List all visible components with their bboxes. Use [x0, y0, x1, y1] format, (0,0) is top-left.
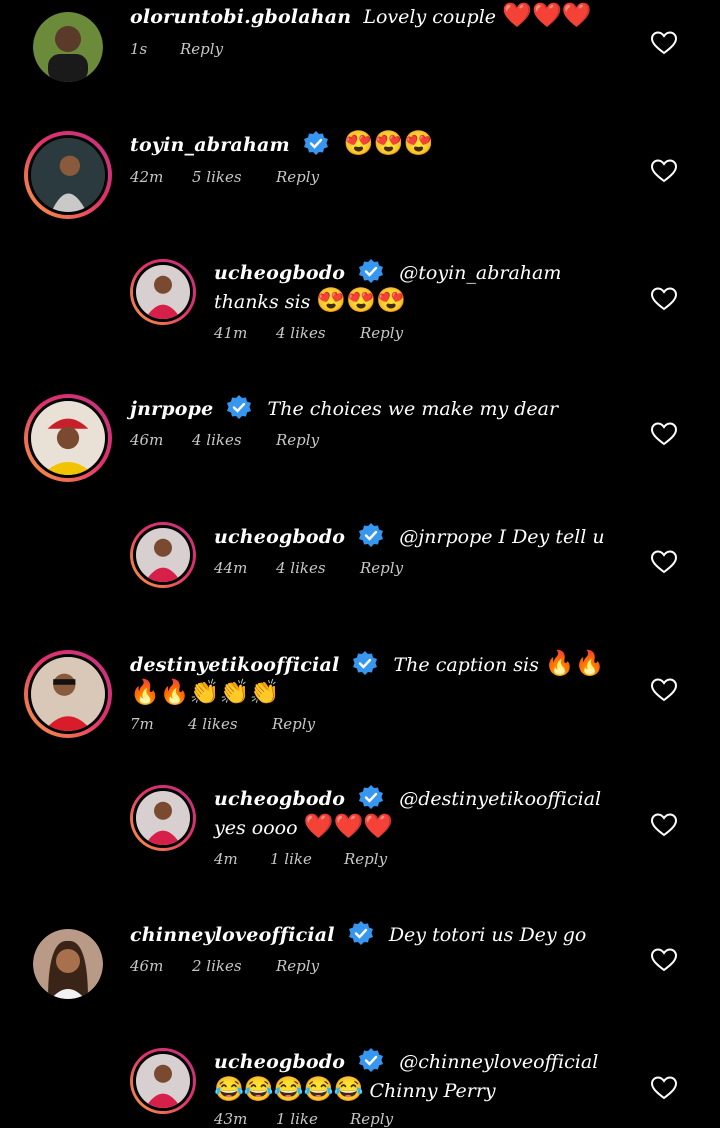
verified-badge-icon — [357, 1047, 385, 1075]
verified-badge-icon — [351, 650, 379, 678]
comment-text: @chinneyloveofficial — [399, 1051, 599, 1073]
comment-text-continued: Chinny Perry — [369, 1080, 496, 1102]
verified-badge-icon — [347, 920, 375, 948]
reply-button[interactable]: Reply — [360, 324, 403, 342]
comment-emoji: ❤️❤️❤️ — [303, 812, 394, 840]
reply-button[interactable]: Reply — [272, 715, 315, 733]
comment-likes[interactable]: 2 likes — [192, 957, 276, 975]
username[interactable]: ucheogbodo — [214, 526, 345, 548]
reply-button[interactable]: Reply — [276, 431, 319, 449]
comment-content: ucheogbodo @toyin_abraham thanks sis 😍😍😍 — [214, 258, 624, 316]
comment-emoji: ❤️❤️❤️ — [502, 1, 592, 29]
comment-emoji: 😂😂😂😂😂 — [214, 1075, 364, 1103]
avatar[interactable] — [130, 1048, 196, 1114]
comment-meta: 4m 1 like Reply — [214, 850, 387, 868]
avatar[interactable] — [130, 785, 196, 851]
comment-text: Lovely couple — [363, 6, 497, 28]
comment-time: 4m — [214, 850, 238, 868]
comment-meta: 46m 4 likes Reply — [130, 431, 319, 449]
username[interactable]: toyin_abraham — [130, 134, 290, 156]
comment-meta: 1s Reply — [130, 40, 223, 58]
like-heart-icon[interactable] — [650, 31, 678, 55]
like-heart-icon[interactable] — [650, 550, 678, 574]
avatar[interactable] — [33, 929, 103, 999]
comment-text: Dey totori us Dey go — [388, 924, 587, 946]
reply-button[interactable]: Reply — [360, 559, 403, 577]
comment-time: 7m — [130, 715, 154, 733]
username[interactable]: oloruntobi.gbolahan — [130, 6, 351, 28]
like-heart-icon[interactable] — [650, 1076, 678, 1100]
username[interactable]: ucheogbodo — [214, 262, 345, 284]
avatar[interactable] — [130, 522, 196, 588]
avatar[interactable] — [33, 12, 103, 82]
comment-content: ucheogbodo @destinyetikoofficial yes ooo… — [214, 784, 634, 842]
comment-content: destinyetikoofficial The caption sis 🔥🔥🔥… — [130, 650, 630, 708]
comment-content: ucheogbodo @chinneyloveofficial 😂😂😂😂😂 Ch… — [214, 1047, 634, 1105]
username[interactable]: jnrpope — [130, 398, 213, 420]
username[interactable]: ucheogbodo — [214, 1051, 345, 1073]
comment-meta: 41m 4 likes Reply — [214, 324, 403, 342]
comment-content: toyin_abraham 😍😍😍 — [130, 130, 630, 159]
avatar[interactable] — [24, 394, 112, 482]
reply-button[interactable]: Reply — [344, 850, 387, 868]
comment-content: oloruntobi.gbolahan Lovely couple ❤️❤️❤️ — [130, 2, 630, 31]
avatar[interactable] — [24, 131, 112, 219]
verified-badge-icon — [357, 258, 385, 286]
comment-content: jnrpope The choices we make my dear — [130, 394, 630, 423]
comment-time: 46m — [130, 957, 164, 975]
comment-emoji: 😍😍😍 — [316, 286, 407, 314]
username[interactable]: chinneyloveofficial — [130, 924, 335, 946]
comment-likes[interactable]: 1 like — [270, 850, 344, 868]
comment-likes[interactable]: 5 likes — [192, 168, 276, 186]
like-heart-icon[interactable] — [650, 678, 678, 702]
comment-time: 41m — [214, 324, 248, 342]
avatar[interactable] — [24, 650, 112, 738]
comment-meta: 44m 4 likes Reply — [214, 559, 403, 577]
comment-likes[interactable]: 4 likes — [276, 324, 360, 342]
like-heart-icon[interactable] — [650, 422, 678, 446]
like-heart-icon[interactable] — [650, 813, 678, 837]
verified-badge-icon — [357, 522, 385, 550]
comment-text: The caption sis — [393, 654, 539, 676]
comment-content: ucheogbodo @jnrpope I Dey tell u — [214, 522, 624, 551]
comment-time: 44m — [214, 559, 248, 577]
comment-time: 1s — [130, 40, 148, 58]
reply-button[interactable]: Reply — [276, 957, 319, 975]
reply-button[interactable]: Reply — [180, 40, 223, 58]
like-heart-icon[interactable] — [650, 159, 678, 183]
comment-meta: 46m 2 likes Reply — [130, 957, 319, 975]
comment-emoji: 😍😍😍 — [343, 129, 434, 157]
like-heart-icon[interactable] — [650, 948, 678, 972]
comment-meta: 43m 1 like Reply — [214, 1110, 393, 1128]
reply-button[interactable]: Reply — [350, 1110, 393, 1128]
like-heart-icon[interactable] — [650, 287, 678, 311]
comment-meta: 7m 4 likes Reply — [130, 715, 315, 733]
verified-badge-icon — [357, 784, 385, 812]
avatar[interactable] — [130, 259, 196, 325]
username[interactable]: ucheogbodo — [214, 788, 345, 810]
verified-badge-icon — [225, 394, 253, 422]
comment-time: 42m — [130, 168, 164, 186]
verified-badge-icon — [302, 130, 330, 158]
username[interactable]: destinyetikoofficial — [130, 654, 339, 676]
comment-time: 46m — [130, 431, 164, 449]
comment-likes[interactable]: 4 likes — [276, 559, 360, 577]
comment-meta: 42m 5 likes Reply — [130, 168, 319, 186]
reply-button[interactable]: Reply — [276, 168, 319, 186]
comment-likes[interactable]: 1 like — [276, 1110, 350, 1128]
comment-time: 43m — [214, 1110, 248, 1128]
comment-likes[interactable]: 4 likes — [192, 431, 276, 449]
comment-content: chinneyloveofficial Dey totori us Dey go — [130, 920, 630, 949]
comment-text: @jnrpope I Dey tell u — [399, 526, 605, 548]
comment-text: The choices we make my dear — [267, 398, 559, 420]
comment-likes[interactable]: 4 likes — [188, 715, 272, 733]
